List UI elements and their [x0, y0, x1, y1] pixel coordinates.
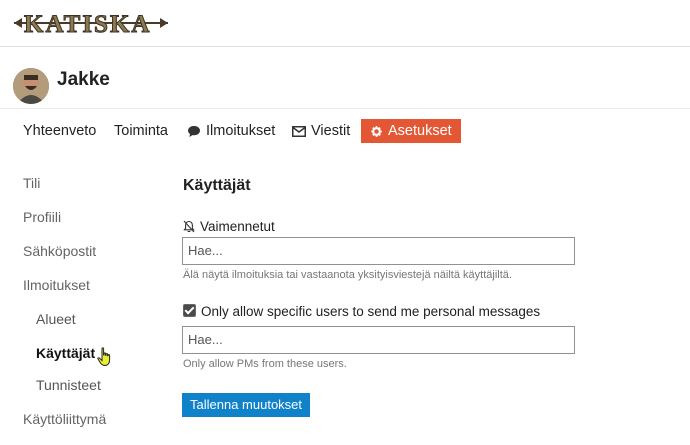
- sidebar-item-tags[interactable]: Tunnisteet: [36, 377, 101, 393]
- muted-users-label: Vaimennetut: [183, 219, 275, 234]
- hand-pointer-cursor-icon: [97, 347, 111, 367]
- divider: [0, 108, 690, 109]
- tab-label: Ilmoitukset: [206, 123, 276, 139]
- muted-users-label-text: Vaimennetut: [200, 219, 275, 234]
- gear-icon: [371, 125, 382, 137]
- comment-icon: [188, 125, 200, 137]
- fish-trap-logo-icon: KATISKA: [14, 11, 168, 39]
- sidebar-item-users[interactable]: Käyttäjät: [36, 345, 95, 361]
- site-header: KATISKA: [0, 0, 690, 47]
- tab-summary[interactable]: Yhteenveto: [23, 118, 96, 144]
- allow-pms-option: Only allow specific users to send me per…: [183, 304, 540, 319]
- allowed-pm-users-search-input[interactable]: Hae...: [182, 326, 575, 354]
- tab-label: Yhteenveto: [23, 123, 97, 139]
- sidebar-item-profile[interactable]: Profiili: [23, 209, 61, 225]
- user-avatar[interactable]: [13, 68, 49, 104]
- sidebar-item-categories[interactable]: Alueet: [36, 311, 76, 327]
- tab-notifications[interactable]: Ilmoitukset: [187, 118, 275, 144]
- sidebar-item-notifications[interactable]: Ilmoitukset: [23, 277, 90, 293]
- allowed-pm-users-hint: Only allow PMs from these users.: [183, 358, 347, 370]
- site-logo[interactable]: KATISKA: [12, 6, 172, 40]
- muted-users-search-input[interactable]: Hae...: [182, 237, 575, 265]
- tab-label: Viestit: [311, 123, 351, 139]
- tab-settings[interactable]: Asetukset: [361, 119, 461, 143]
- envelope-icon: [292, 125, 306, 137]
- sidebar-item-account[interactable]: Tili: [23, 175, 40, 191]
- logo-text: KATISKA: [24, 11, 151, 38]
- sidebar-item-emails[interactable]: Sähköpostit: [23, 243, 96, 259]
- avatar-icon: [13, 68, 49, 104]
- tab-messages[interactable]: Viestit: [292, 118, 350, 144]
- muted-users-hint: Älä näytä ilmoituksia tai vastaanota yks…: [183, 269, 512, 281]
- tab-activity[interactable]: Toiminta: [114, 118, 168, 144]
- tab-label: Toiminta: [114, 123, 168, 139]
- sidebar-item-interface[interactable]: Käyttöliittymä: [23, 411, 106, 427]
- bell-slash-icon: [183, 220, 195, 233]
- profile-username: Jakke: [57, 69, 110, 90]
- section-title: Käyttäjät: [183, 177, 251, 194]
- allow-pms-checkbox[interactable]: [183, 304, 196, 317]
- save-button[interactable]: Tallenna muutokset: [182, 393, 311, 417]
- tab-label: Asetukset: [388, 123, 452, 139]
- allow-pms-label: Only allow specific users to send me per…: [201, 304, 541, 319]
